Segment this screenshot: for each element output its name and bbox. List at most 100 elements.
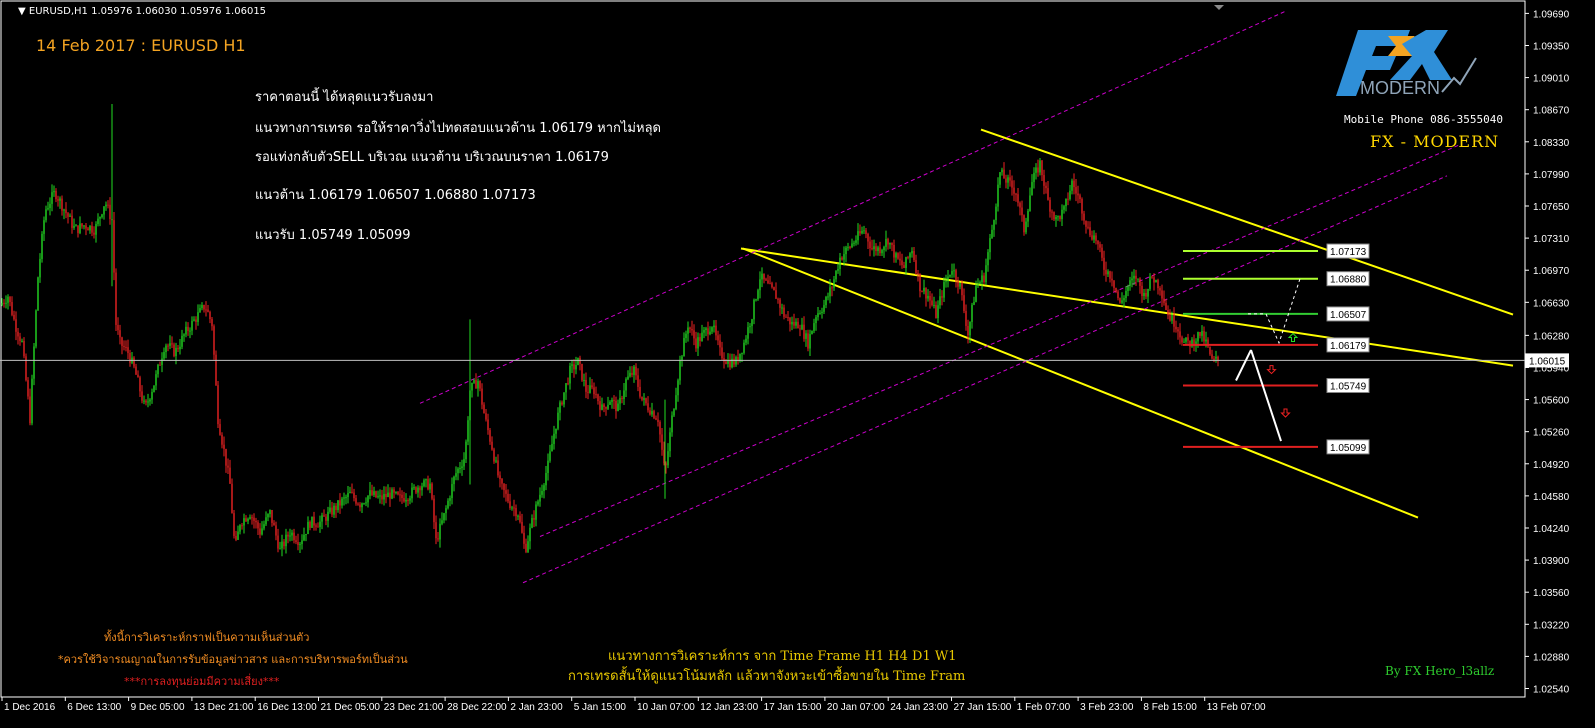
candle-body bbox=[751, 319, 753, 327]
candle-body bbox=[71, 215, 73, 228]
x-tick-label: 1 Feb 07:00 bbox=[1017, 702, 1071, 713]
candle-body bbox=[523, 532, 525, 544]
collapse-icon[interactable]: ▼ bbox=[18, 6, 26, 17]
candle-body bbox=[1121, 300, 1123, 303]
candle-body bbox=[1173, 314, 1175, 327]
candle-body bbox=[549, 451, 551, 461]
candle-body bbox=[513, 507, 515, 509]
fx-modern-logo: MODERN bbox=[1336, 30, 1477, 98]
candle-body bbox=[873, 246, 875, 250]
candle-body bbox=[1007, 177, 1009, 183]
y-tick-label: 1.09350 bbox=[1533, 41, 1570, 52]
candle-body bbox=[317, 526, 319, 528]
candle-body bbox=[573, 364, 575, 370]
candle-body bbox=[975, 285, 977, 302]
candle-body bbox=[657, 419, 659, 423]
candle-body bbox=[1197, 332, 1199, 342]
y-tick-label: 1.06970 bbox=[1533, 266, 1570, 277]
candle-body bbox=[187, 326, 189, 332]
candle-body bbox=[1181, 337, 1183, 343]
candle-body bbox=[729, 360, 731, 368]
candle-body bbox=[411, 487, 413, 499]
candle-body bbox=[401, 494, 403, 499]
candle-body bbox=[901, 260, 903, 266]
candle-body bbox=[1107, 271, 1109, 275]
candle-body bbox=[793, 321, 795, 326]
candle-body bbox=[447, 500, 449, 509]
candle-body bbox=[979, 282, 981, 284]
candle-body bbox=[875, 246, 877, 252]
candle-body bbox=[61, 198, 63, 211]
candle-body bbox=[683, 338, 685, 357]
candle-body bbox=[1183, 341, 1185, 343]
up-arrow-icon bbox=[1287, 332, 1299, 342]
candle-body bbox=[3, 302, 5, 304]
candle-body bbox=[889, 242, 891, 245]
candle-body bbox=[103, 206, 105, 215]
candle-body bbox=[155, 374, 157, 386]
candle-body bbox=[583, 379, 585, 381]
candle-body bbox=[857, 231, 859, 241]
candle-body bbox=[525, 543, 527, 552]
candle-body bbox=[1, 302, 3, 306]
candle-body bbox=[1017, 194, 1019, 203]
forecast-up-arrow bbox=[1235, 349, 1252, 381]
candle-body bbox=[149, 399, 151, 402]
channel-line bbox=[539, 144, 1461, 537]
candle-body bbox=[781, 307, 783, 309]
candle-body bbox=[181, 335, 183, 347]
price-chart[interactable]: 1.060151.071731.068801.065071.061791.057… bbox=[0, 0, 1595, 728]
candle-body bbox=[427, 479, 429, 490]
candle-body bbox=[205, 309, 207, 311]
candle-body bbox=[355, 498, 357, 504]
candle-body bbox=[1067, 198, 1069, 200]
candle-body bbox=[511, 507, 513, 509]
candle-body bbox=[571, 364, 573, 366]
candle-body bbox=[825, 296, 827, 306]
candle-body bbox=[373, 491, 375, 495]
down-arrow-icon bbox=[1280, 408, 1291, 418]
candle-body bbox=[981, 275, 983, 283]
candle-body bbox=[867, 234, 869, 242]
candle-body bbox=[1149, 276, 1151, 289]
candle-body bbox=[399, 494, 401, 496]
candle-body bbox=[985, 265, 987, 283]
candle-body bbox=[765, 279, 767, 281]
candle-body bbox=[681, 356, 683, 360]
candle-body bbox=[125, 347, 127, 349]
candle-body bbox=[249, 517, 251, 519]
candle-body bbox=[789, 317, 791, 325]
channel-line bbox=[742, 247, 1419, 519]
candle-body bbox=[1135, 275, 1137, 279]
x-tick-label: 2 Jan 23:00 bbox=[510, 702, 563, 713]
candle-body bbox=[831, 287, 833, 289]
candle-body bbox=[91, 225, 93, 233]
candle-body bbox=[813, 323, 815, 331]
candle-body bbox=[335, 505, 337, 511]
x-tick-label: 27 Jan 15:00 bbox=[954, 702, 1012, 713]
candle-body bbox=[767, 280, 769, 284]
candle-body bbox=[495, 460, 497, 462]
candle-body bbox=[481, 388, 483, 405]
candle-body bbox=[199, 308, 201, 313]
y-tick-label: 1.04920 bbox=[1533, 460, 1570, 471]
candle-body bbox=[897, 253, 899, 259]
candle-body bbox=[959, 283, 961, 287]
candle-body bbox=[245, 518, 247, 522]
candle-body bbox=[777, 298, 779, 300]
candle-body bbox=[853, 242, 855, 244]
candle-body bbox=[861, 230, 863, 234]
candle-body bbox=[391, 489, 393, 499]
candle-body bbox=[417, 487, 419, 493]
candle-body bbox=[493, 449, 495, 462]
candle-body bbox=[219, 424, 221, 435]
candle-body bbox=[49, 203, 51, 209]
candle-body bbox=[547, 460, 549, 473]
candle-body bbox=[369, 490, 371, 496]
price-axis: 1.09690 1.09350 1.09010 1.08670 1.08330 1.079… bbox=[1525, 9, 1570, 696]
candle-body bbox=[107, 204, 109, 206]
candle-body bbox=[791, 321, 793, 325]
candle-body bbox=[59, 198, 61, 201]
candle-body bbox=[893, 244, 895, 258]
candle-body bbox=[1213, 358, 1215, 360]
